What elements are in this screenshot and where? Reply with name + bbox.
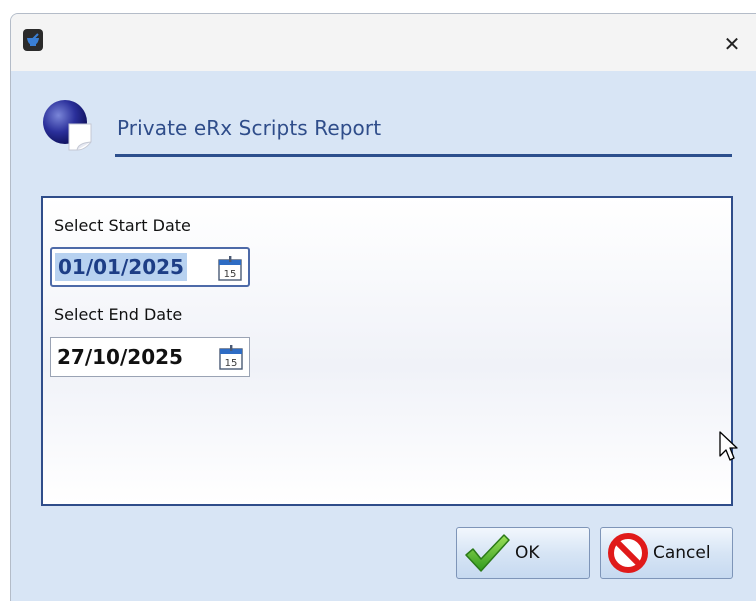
title-bar[interactable]: ✕ bbox=[11, 14, 756, 71]
calendar-icon[interactable]: 15 bbox=[219, 345, 243, 370]
ok-label: OK bbox=[515, 543, 540, 563]
dialog-title: Private eRx Scripts Report bbox=[117, 116, 382, 140]
end-date-value[interactable]: 27/10/2025 bbox=[54, 343, 186, 371]
title-underline bbox=[115, 154, 732, 157]
date-selection-panel: Select Start Date 01/01/2025 15 Select E… bbox=[41, 196, 733, 506]
end-date-picker[interactable]: 27/10/2025 15 bbox=[50, 337, 250, 377]
start-date-picker[interactable]: 01/01/2025 15 bbox=[50, 247, 250, 287]
prohibited-icon bbox=[608, 533, 648, 573]
report-dialog: ✕ Private eRx Scripts Report Select Star… bbox=[10, 13, 756, 601]
svg-text:15: 15 bbox=[224, 269, 237, 280]
cancel-button[interactable]: Cancel bbox=[600, 527, 733, 579]
close-button[interactable]: ✕ bbox=[718, 30, 746, 58]
end-date-label: Select End Date bbox=[54, 305, 183, 324]
svg-text:15: 15 bbox=[225, 358, 238, 369]
checkmark-icon bbox=[465, 534, 510, 572]
close-icon: ✕ bbox=[723, 32, 741, 56]
mouse-pointer-icon bbox=[719, 431, 738, 461]
cancel-label: Cancel bbox=[653, 543, 711, 563]
report-icon bbox=[43, 100, 92, 151]
mortar-pestle-app-icon bbox=[23, 29, 43, 51]
ok-button[interactable]: OK bbox=[456, 527, 590, 579]
start-date-label: Select Start Date bbox=[54, 216, 191, 235]
start-date-value[interactable]: 01/01/2025 bbox=[55, 253, 187, 281]
calendar-icon[interactable]: 15 bbox=[218, 256, 242, 281]
